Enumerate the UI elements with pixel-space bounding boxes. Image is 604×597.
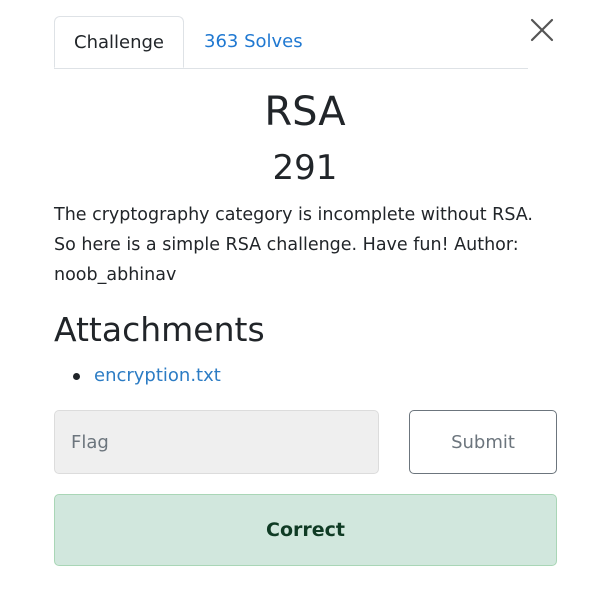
attachments-list: encryption.txt	[54, 362, 221, 390]
attachments-heading: Attachments	[54, 310, 265, 349]
bullet-icon	[73, 373, 80, 380]
challenge-description: The cryptography category is incomplete …	[54, 205, 533, 285]
tab-solves[interactable]: 363 Solves	[204, 16, 303, 67]
challenge-modal: Challenge 363 Solves RSA 291 The cryptog…	[0, 0, 604, 597]
result-alert: Correct	[54, 494, 557, 566]
submit-button[interactable]: Submit	[409, 410, 557, 474]
challenge-title: RSA	[264, 89, 346, 135]
list-item: encryption.txt	[54, 362, 221, 390]
challenge-tabs: Challenge 363 Solves	[54, 16, 528, 69]
challenge-points: 291	[272, 148, 338, 188]
close-icon	[528, 16, 556, 44]
attachment-link[interactable]: encryption.txt	[94, 365, 221, 386]
flag-input[interactable]	[54, 410, 379, 474]
close-button[interactable]	[528, 16, 556, 44]
tab-challenge[interactable]: Challenge	[54, 16, 184, 68]
